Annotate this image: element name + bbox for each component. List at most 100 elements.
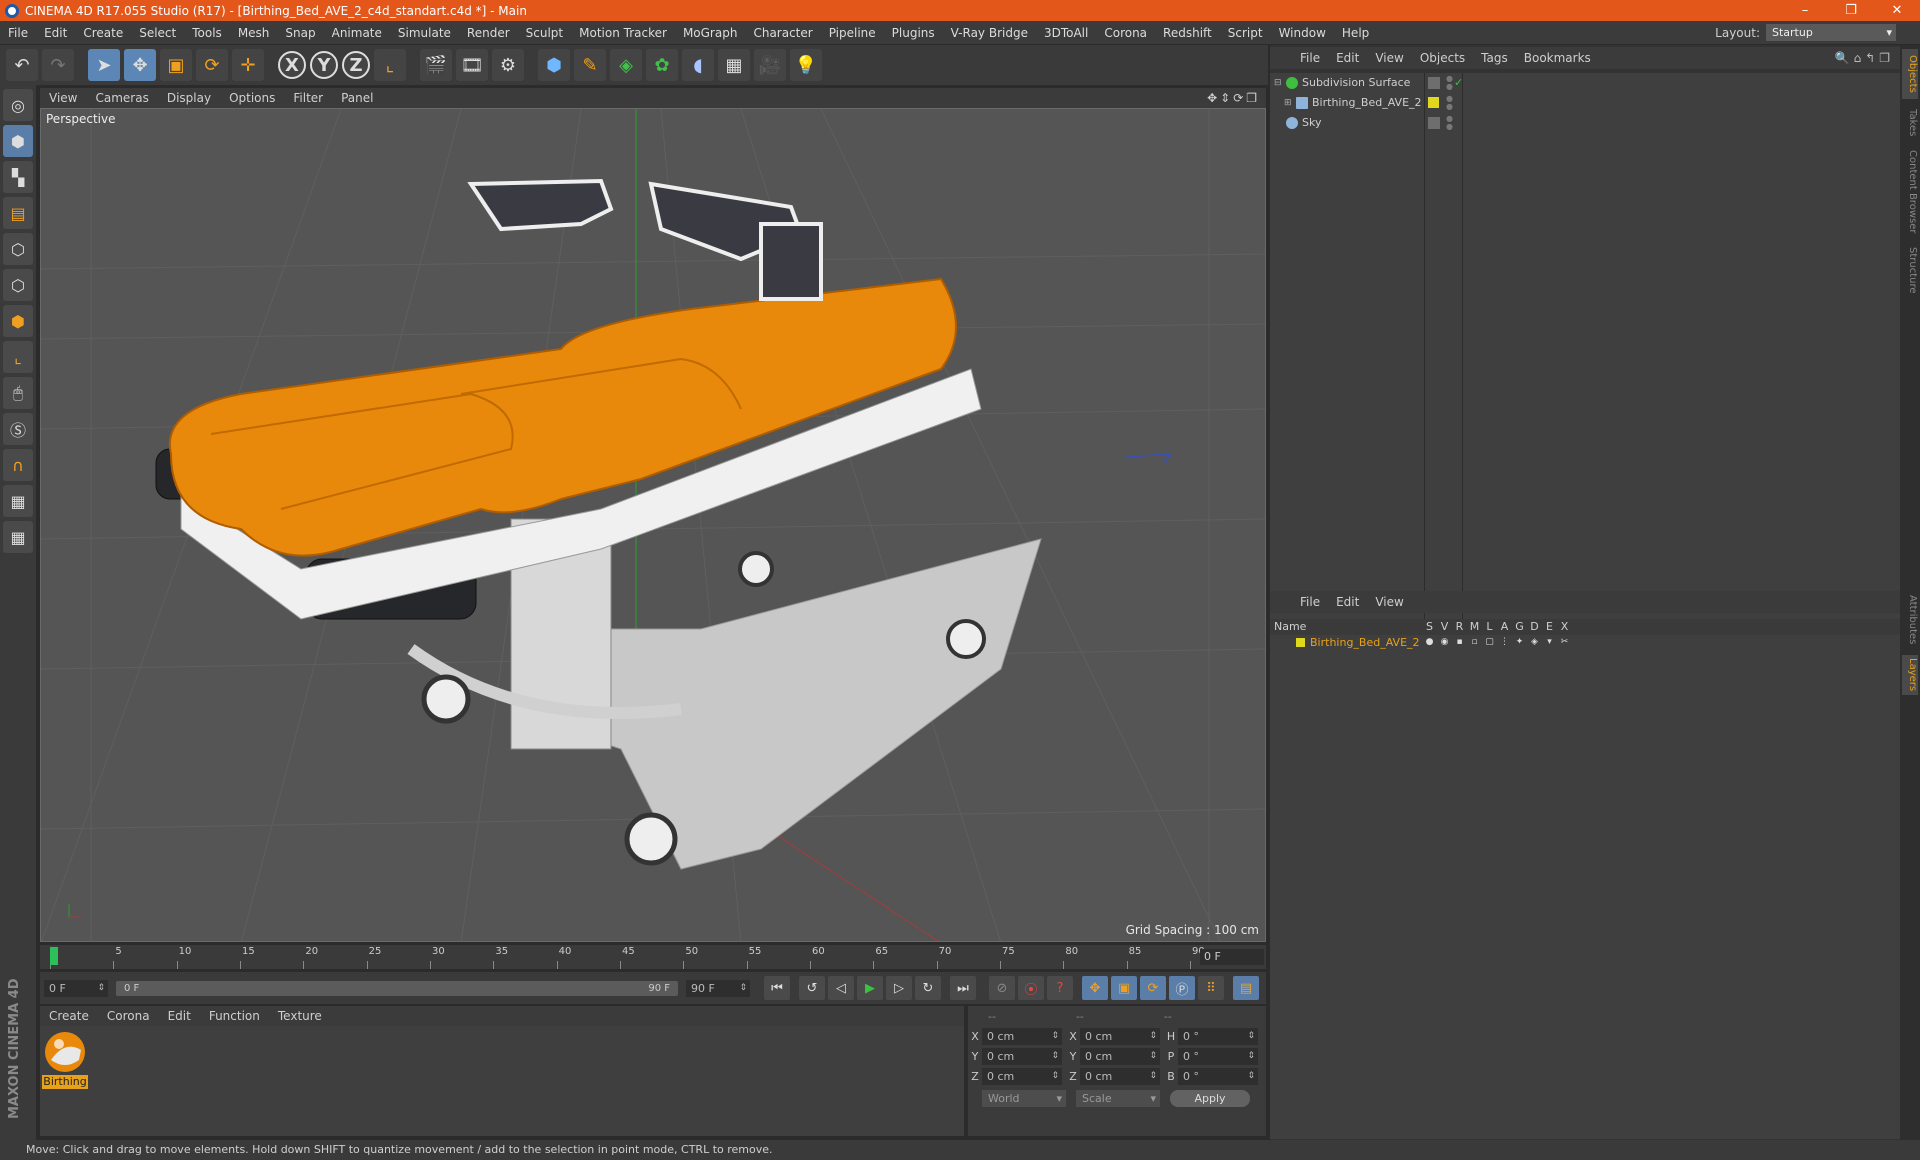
model-mode-icon[interactable]: ⬢ — [3, 125, 33, 157]
menu-render[interactable]: Render — [459, 26, 518, 40]
menu-plugins[interactable]: Plugins — [884, 26, 943, 40]
next-key-icon[interactable]: ↻ — [915, 976, 941, 1000]
rotation-p-field[interactable]: 0 ° — [1178, 1047, 1258, 1065]
object-menu-objects[interactable]: Objects — [1412, 51, 1473, 65]
z-axis-lock-icon[interactable]: Z — [342, 51, 370, 79]
object-name[interactable]: Subdivision Surface — [1302, 73, 1410, 93]
object-menu-tags[interactable]: Tags — [1473, 51, 1516, 65]
view-toggle-icon[interactable]: ◉ — [1437, 637, 1452, 647]
material-menu-corona[interactable]: Corona — [98, 1009, 159, 1023]
tab-structure[interactable]: Structure — [1902, 243, 1918, 297]
material-menu-function[interactable]: Function — [200, 1009, 269, 1023]
visibility-dots-icon[interactable]: ● ● — [1446, 95, 1453, 111]
live-selection-icon[interactable]: ➤ — [88, 49, 120, 81]
tab-layers[interactable]: Layers — [1902, 655, 1918, 695]
key-position-icon[interactable]: ✥ — [1082, 976, 1108, 1000]
render-toggle-icon[interactable]: ▪ — [1452, 637, 1467, 647]
viewport-menu-panel[interactable]: Panel — [332, 91, 382, 105]
object-manager-icons[interactable]: 🔍⌂↰❐ — [1835, 51, 1894, 65]
render-picture-viewer-icon[interactable]: 🎞 — [456, 49, 488, 81]
size-x-field[interactable]: 0 cm — [1080, 1027, 1160, 1045]
axis-mode-icon[interactable]: ⌞ — [3, 341, 33, 373]
play-forward-icon[interactable]: ▶ — [857, 976, 883, 1000]
redo-icon[interactable]: ↷ — [42, 49, 74, 81]
layer-menu-edit[interactable]: Edit — [1328, 595, 1367, 609]
tab-attributes[interactable]: Attributes — [1902, 591, 1918, 649]
key-point-level-icon[interactable]: ⠿ — [1198, 976, 1224, 1000]
generators-toggle-icon[interactable]: ✦ — [1512, 637, 1527, 647]
material-menu-texture[interactable]: Texture — [269, 1009, 331, 1023]
preview-range-slider[interactable]: 0 F 90 F — [116, 980, 678, 996]
previous-frame-icon[interactable]: ◁ — [828, 976, 854, 1000]
deformers-toggle-icon[interactable]: ◈ — [1527, 637, 1542, 647]
menu-file[interactable]: File — [0, 26, 36, 40]
points-mode-icon[interactable]: ⬡ — [3, 233, 33, 265]
position-y-field[interactable]: 0 cm — [982, 1047, 1062, 1065]
object-row-subdivision-surface[interactable]: ⊟ Subdivision Surface ● ● ✓ — [1270, 73, 1900, 93]
viewport-menu-display[interactable]: Display — [158, 91, 220, 105]
material-name-label[interactable]: Birthing — [42, 1075, 88, 1089]
current-frame-field[interactable]: 0 F — [1200, 949, 1264, 965]
manager-toggle-icon[interactable]: ▫ — [1467, 637, 1482, 647]
tweak-mode-icon[interactable]: 🖱 — [3, 377, 33, 409]
menu-script[interactable]: Script — [1220, 26, 1271, 40]
close-button[interactable]: ✕ — [1874, 3, 1920, 18]
object-menu-bookmarks[interactable]: Bookmarks — [1516, 51, 1599, 65]
menu-animate[interactable]: Animate — [324, 26, 390, 40]
floor-scene-icon[interactable]: ▦ — [718, 49, 750, 81]
key-scale-icon[interactable]: ▣ — [1111, 976, 1137, 1000]
menu-snap[interactable]: Snap — [277, 26, 323, 40]
minimize-button[interactable]: – — [1782, 3, 1828, 18]
go-to-start-icon[interactable]: ⏮ — [764, 976, 790, 1000]
deformer-icon[interactable]: ◖ — [682, 49, 714, 81]
render-settings-icon[interactable]: ⚙ — [492, 49, 524, 81]
menu-redshift[interactable]: Redshift — [1155, 26, 1220, 40]
recent-tool-icon[interactable]: ✛ — [232, 49, 264, 81]
menu-window[interactable]: Window — [1271, 26, 1334, 40]
autokeying-icon[interactable]: ? — [1047, 976, 1073, 1000]
layout-dropdown[interactable]: Startup — [1766, 24, 1896, 41]
menu-character[interactable]: Character — [745, 26, 820, 40]
start-frame-field[interactable]: 0 F — [44, 979, 108, 997]
coordinate-mode-dropdown[interactable]: World — [982, 1090, 1066, 1107]
move-tool-icon[interactable]: ✥ — [124, 49, 156, 81]
perspective-viewport[interactable]: Perspective Grid Spacing : 100 cm — [40, 108, 1266, 942]
timeline-ruler[interactable]: 051015202530354045505560657075808590 0 F — [40, 945, 1266, 969]
material-preview-icon[interactable] — [43, 1030, 87, 1074]
camera-icon[interactable]: 🎥 — [754, 49, 786, 81]
edges-mode-icon[interactable]: ⬡ — [3, 269, 33, 301]
record-active-objects-icon[interactable]: ⦿ — [1018, 976, 1044, 1000]
light-icon[interactable]: 💡 — [790, 49, 822, 81]
workplane-icon[interactable]: ▤ — [3, 197, 33, 229]
size-mode-dropdown[interactable]: Scale — [1076, 1090, 1160, 1107]
planar-workplane-icon[interactable]: ▦ — [3, 521, 33, 553]
size-z-field[interactable]: 0 cm — [1080, 1067, 1160, 1085]
layer-menu-view[interactable]: View — [1367, 595, 1411, 609]
object-row-sky[interactable]: Sky ● ● — [1270, 113, 1900, 133]
polygons-mode-icon[interactable]: ⬢ — [3, 305, 33, 337]
enabled-check-icon[interactable]: ✓ — [1454, 73, 1463, 93]
collapse-toggle-icon[interactable]: ⊟ — [1274, 73, 1282, 93]
menu-tools[interactable]: Tools — [184, 26, 230, 40]
menu-edit[interactable]: Edit — [36, 26, 75, 40]
timeline-window-icon[interactable]: ▤ — [1233, 976, 1259, 1000]
animation-toggle-icon[interactable]: ⋮ — [1497, 637, 1512, 647]
rotation-b-field[interactable]: 0 ° — [1178, 1067, 1258, 1085]
expressions-toggle-icon[interactable]: ▾ — [1542, 637, 1557, 647]
end-frame-field[interactable]: 90 F — [686, 979, 750, 997]
make-editable-icon[interactable]: ◎ — [3, 89, 33, 121]
rotation-h-field[interactable]: 0 ° — [1178, 1027, 1258, 1045]
layer-row[interactable]: Birthing_Bed_AVE_2 ● ◉ ▪ ▫ ▢ ⋮ ✦ ◈ ▾ ✂ — [1270, 635, 1900, 649]
menu-3dtoall[interactable]: 3DToAll — [1036, 26, 1096, 40]
snapping-icon[interactable]: ∩ — [3, 449, 33, 481]
position-z-field[interactable]: 0 cm — [982, 1067, 1062, 1085]
object-name[interactable]: Sky — [1302, 113, 1321, 133]
layer-menu-file[interactable]: File — [1292, 595, 1328, 609]
menu-create[interactable]: Create — [75, 26, 131, 40]
menu-sculpt[interactable]: Sculpt — [518, 26, 571, 40]
cube-object-icon[interactable]: ⬢ — [538, 49, 570, 81]
viewport-menu-view[interactable]: View — [40, 91, 86, 105]
viewport-navigation-icons[interactable]: ✥⇕⟳❐ — [1207, 91, 1260, 105]
expand-toggle-icon[interactable]: ⊞ — [1284, 93, 1292, 113]
visibility-dots-icon[interactable]: ● ● — [1446, 115, 1453, 131]
